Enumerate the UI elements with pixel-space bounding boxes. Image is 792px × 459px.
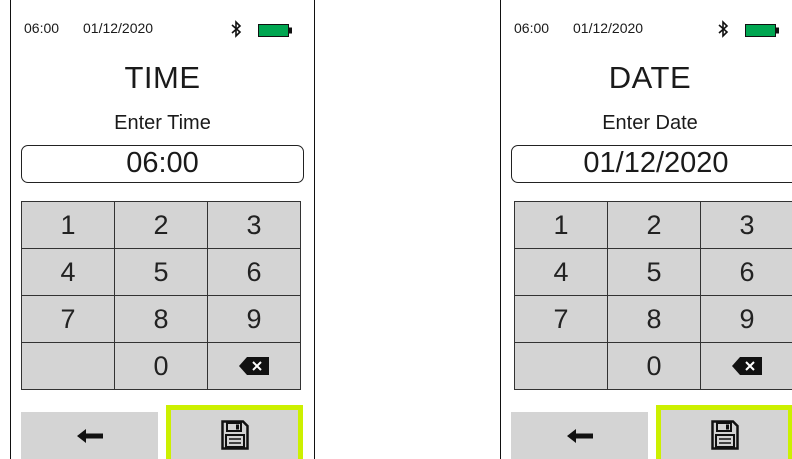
key-1[interactable]: 1 (22, 202, 115, 249)
key-0[interactable]: 0 (115, 343, 208, 390)
key-4[interactable]: 4 (22, 249, 115, 296)
bluetooth-icon (231, 20, 242, 38)
status-bar: 06:00 01/12/2020 (501, 20, 792, 40)
key-7[interactable]: 7 (515, 296, 608, 343)
date-screen: 06:00 01/12/2020 DATE Enter Date 01/12/2… (500, 0, 792, 459)
key-8[interactable]: 8 (608, 296, 701, 343)
status-date: 01/12/2020 (573, 20, 644, 36)
backspace-button[interactable] (701, 343, 792, 390)
status-time: 06:00 (24, 20, 60, 36)
save-icon (220, 419, 249, 450)
time-screen: 06:00 01/12/2020 TIME Enter Time 06:00 1… (10, 0, 315, 459)
key-blank (515, 343, 608, 390)
key-4[interactable]: 4 (515, 249, 608, 296)
numeric-keypad: 1 2 3 4 5 6 7 8 9 0 (514, 201, 792, 390)
key-0[interactable]: 0 (608, 343, 701, 390)
page-title: DATE (608, 60, 692, 95)
entry-prompt: Enter Time (114, 112, 211, 134)
key-blank (22, 343, 115, 390)
date-entry-field[interactable]: 01/12/2020 (511, 145, 792, 183)
key-6[interactable]: 6 (208, 249, 301, 296)
key-3[interactable]: 3 (208, 202, 301, 249)
back-button[interactable] (511, 412, 648, 459)
page-title: TIME (124, 60, 201, 95)
save-icon (710, 419, 739, 450)
key-9[interactable]: 9 (208, 296, 301, 343)
key-6[interactable]: 6 (701, 249, 792, 296)
battery-icon (745, 24, 779, 37)
save-button[interactable] (656, 405, 792, 459)
status-time: 06:00 (514, 20, 550, 36)
status-bar: 06:00 01/12/2020 (11, 20, 314, 40)
key-9[interactable]: 9 (701, 296, 792, 343)
backspace-icon (732, 357, 762, 375)
bluetooth-icon (718, 20, 729, 38)
key-5[interactable]: 5 (115, 249, 208, 296)
backspace-button[interactable] (208, 343, 301, 390)
backspace-icon (239, 357, 269, 375)
key-1[interactable]: 1 (515, 202, 608, 249)
status-date: 01/12/2020 (83, 20, 154, 36)
key-2[interactable]: 2 (115, 202, 208, 249)
entry-prompt: Enter Date (602, 112, 698, 134)
key-7[interactable]: 7 (22, 296, 115, 343)
key-5[interactable]: 5 (608, 249, 701, 296)
key-8[interactable]: 8 (115, 296, 208, 343)
back-arrow-icon (566, 428, 593, 443)
back-button[interactable] (21, 412, 158, 459)
key-2[interactable]: 2 (608, 202, 701, 249)
key-3[interactable]: 3 (701, 202, 792, 249)
back-arrow-icon (76, 428, 103, 443)
time-entry-field[interactable]: 06:00 (21, 145, 304, 183)
numeric-keypad: 1 2 3 4 5 6 7 8 9 0 (21, 201, 301, 390)
save-button[interactable] (166, 405, 303, 459)
battery-icon (258, 24, 292, 37)
